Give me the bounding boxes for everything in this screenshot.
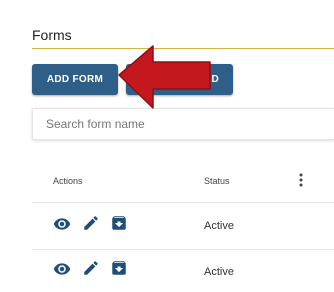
status-text: Active <box>204 220 234 232</box>
eye-icon[interactable] <box>53 215 71 233</box>
arrow-annotation <box>118 45 211 109</box>
status-text: Active <box>204 266 234 278</box>
row-divider <box>32 249 334 250</box>
add-form-button[interactable]: ADD FORM <box>32 64 118 95</box>
column-header-actions: Actions <box>53 176 83 186</box>
pencil-icon[interactable] <box>82 259 100 277</box>
eye-icon[interactable] <box>53 260 71 278</box>
header-divider <box>32 202 334 203</box>
pencil-icon[interactable] <box>82 214 100 232</box>
more-vert-icon[interactable] <box>297 172 305 188</box>
column-header-status[interactable]: Status <box>204 176 230 186</box>
page-title: Forms <box>32 27 72 43</box>
archive-icon[interactable] <box>110 259 128 277</box>
search-input[interactable] <box>32 108 334 140</box>
archive-icon[interactable] <box>110 214 128 232</box>
